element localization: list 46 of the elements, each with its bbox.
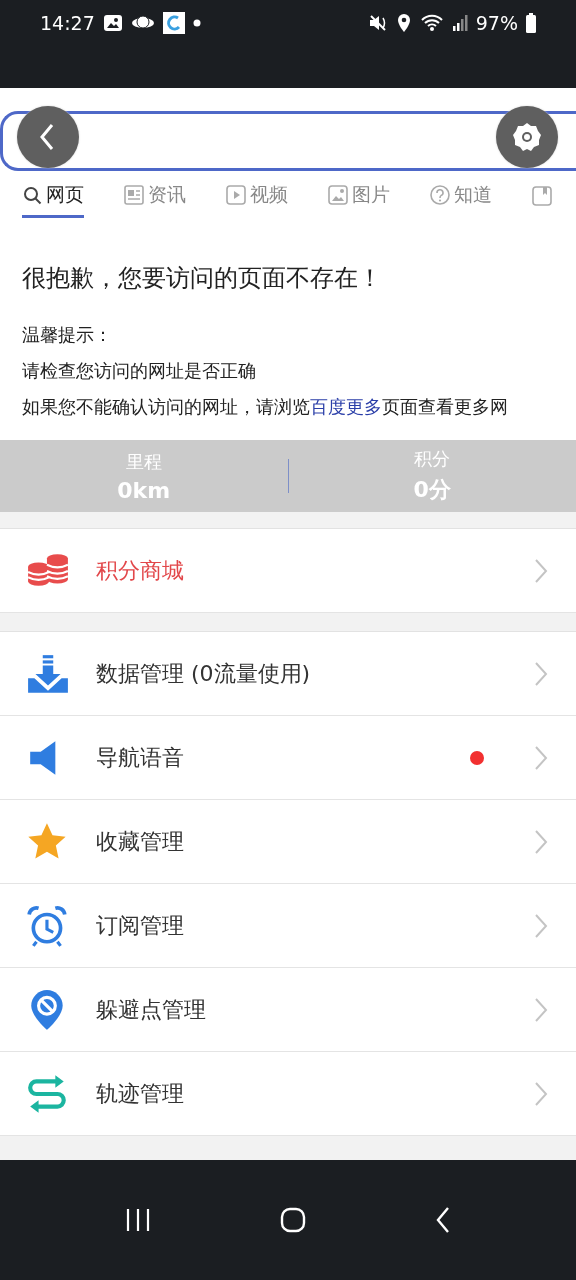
chevron-right-icon	[534, 996, 548, 1023]
search-icon	[22, 184, 42, 205]
dot-icon	[192, 19, 201, 27]
app-notification-icon	[162, 12, 185, 34]
chevron-right-icon	[534, 828, 548, 855]
menu-item[interactable]: 数据管理 (0流量使用)	[0, 632, 576, 716]
image-icon	[328, 184, 348, 205]
image-icon	[102, 13, 123, 33]
chevron-right-icon	[534, 912, 548, 939]
question-icon	[430, 184, 450, 205]
clock-time: 14:27	[40, 12, 95, 34]
chevron-right-icon	[534, 744, 548, 771]
battery-icon	[526, 13, 536, 33]
chevron-right-icon	[534, 557, 548, 584]
location-icon	[395, 13, 412, 33]
signal-icon	[451, 14, 468, 32]
menu-item[interactable]: 收藏管理	[0, 800, 576, 884]
book-icon	[532, 186, 552, 206]
mute-icon	[367, 13, 388, 33]
chevron-right-icon	[534, 1080, 548, 1107]
tip-label: 温馨提示：	[22, 323, 113, 347]
menu-item[interactable]: 积分商城	[0, 529, 576, 613]
tab[interactable]: 视频	[226, 174, 288, 218]
back-button[interactable]	[17, 106, 79, 168]
menu-item[interactable]: 轨迹管理	[0, 1052, 576, 1136]
home-icon	[280, 1207, 306, 1233]
menu-item[interactable]: 躲避点管理	[0, 968, 576, 1052]
chevron-left-icon	[435, 1206, 452, 1234]
chevron-right-icon	[534, 660, 548, 687]
menu-item[interactable]: 导航语音	[0, 716, 576, 800]
tip-text: 请检查您访问的网址是否正确	[22, 359, 257, 383]
play-icon	[226, 184, 246, 205]
recent-apps-icon	[124, 1208, 151, 1232]
news-icon	[124, 184, 144, 205]
download-icon	[26, 652, 70, 695]
settings-icon	[511, 121, 543, 153]
error-heading: 很抱歉，您要访问的页面不存在！	[22, 263, 383, 294]
tab[interactable]: 网页	[22, 174, 84, 218]
wifi-icon	[419, 13, 444, 33]
tab[interactable]: 图片	[328, 174, 390, 218]
settings-button[interactable]	[496, 106, 558, 168]
tip-text: 如果您不能确认访问的网址，请浏览百度更多页面查看更多网	[22, 395, 509, 419]
menu-item[interactable]: 订阅管理	[0, 884, 576, 968]
tab[interactable]: 知道	[430, 174, 492, 218]
tab[interactable]: 资讯	[124, 174, 186, 218]
battery-percentage: 97%	[475, 12, 518, 34]
